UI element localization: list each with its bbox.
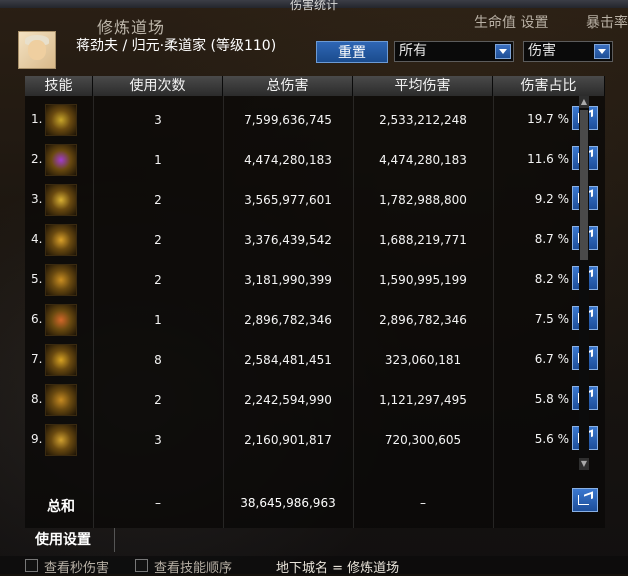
header: 修炼道场 蒋劲夫 / 归元·柔道家 (等级110) 重置 所有 伤害 生命值 设… bbox=[0, 8, 628, 72]
row-avg: 1,688,219,771 bbox=[379, 233, 467, 247]
row-uses: 2 bbox=[154, 233, 162, 247]
filter-dropdown-value: 所有 bbox=[399, 43, 427, 59]
row-total: 3,181,990,399 bbox=[244, 273, 332, 287]
row-avg: 1,590,995,199 bbox=[379, 273, 467, 287]
total-uses: – bbox=[155, 496, 161, 510]
row-share: 9.2 % bbox=[534, 192, 569, 206]
character-name: 蒋劲夫 / 归元·柔道家 (等级110) bbox=[76, 38, 277, 54]
row-avg: 720,300,605 bbox=[384, 433, 462, 447]
chevron-down-icon[interactable] bbox=[495, 44, 511, 59]
row-total: 3,565,977,601 bbox=[244, 193, 332, 207]
col-total: 总伤害 bbox=[223, 76, 353, 96]
row-share: 8.2 % bbox=[534, 272, 569, 286]
row-uses: 2 bbox=[154, 393, 162, 407]
row-share: 5.6 % bbox=[534, 432, 569, 446]
row-rank: 7. bbox=[31, 352, 43, 366]
row-total: 2,896,782,346 bbox=[244, 313, 332, 327]
table-row: 9. 3 2,160,901,817 720,300,605 5.6 % bbox=[25, 420, 605, 460]
row-share: 7.5 % bbox=[534, 312, 569, 326]
row-share: 11.6 % bbox=[527, 152, 569, 166]
metric-dropdown-value: 伤害 bbox=[528, 43, 556, 59]
col-share: 伤害占比 bbox=[493, 76, 605, 96]
row-total: 2,584,481,451 bbox=[244, 353, 332, 367]
reset-button[interactable]: 重置 bbox=[316, 41, 388, 63]
row-total: 3,376,439,542 bbox=[244, 233, 332, 247]
show-dps-checkbox[interactable] bbox=[25, 559, 38, 572]
row-rank: 3. bbox=[31, 192, 43, 206]
col-avg: 平均伤害 bbox=[353, 76, 493, 96]
total-label: 总和 bbox=[47, 499, 75, 515]
row-total: 2,242,594,990 bbox=[244, 393, 332, 407]
use-settings-tab[interactable]: 使用设置 bbox=[25, 528, 115, 552]
row-uses: 1 bbox=[154, 313, 162, 327]
skill-icon-6 bbox=[45, 304, 77, 336]
table-row: 7. 8 2,584,481,451 323,060,181 6.7 % bbox=[25, 340, 605, 380]
row-rank: 4. bbox=[31, 232, 43, 246]
col-uses: 使用次数 bbox=[93, 76, 223, 96]
scroll-down-icon[interactable]: ▼ bbox=[579, 458, 589, 470]
row-uses: 3 bbox=[154, 433, 162, 447]
row-avg: 1,782,988,800 bbox=[379, 193, 467, 207]
skill-icon-3 bbox=[45, 184, 77, 216]
bg-health-setting-text: 生命值 设置 bbox=[474, 15, 549, 31]
character-avatar bbox=[18, 31, 56, 69]
damage-table: 技能 使用次数 总伤害 平均伤害 伤害占比 1. 3 7,599,636,745… bbox=[25, 76, 605, 528]
skill-icon-2 bbox=[45, 144, 77, 176]
skill-icon-5 bbox=[45, 264, 77, 296]
bg-crit-text: 暴击率 bbox=[586, 15, 628, 31]
bottom-bar: 查看秒伤害 查看技能顺序 地下城名 = 修炼道场 bbox=[0, 556, 628, 576]
show-skill-order-checkbox[interactable] bbox=[135, 559, 148, 572]
table-row: 8. 2 2,242,594,990 1,121,297,495 5.8 % bbox=[25, 380, 605, 420]
total-row: 总和 – 38,645,986,963 – bbox=[25, 488, 605, 518]
row-avg: 2,896,782,346 bbox=[379, 313, 467, 327]
row-total: 7,599,636,745 bbox=[244, 113, 332, 127]
table-row: 6. 1 2,896,782,346 2,896,782,346 7.5 % bbox=[25, 300, 605, 340]
skill-icon-1 bbox=[45, 104, 77, 136]
row-avg: 2,533,212,248 bbox=[379, 113, 467, 127]
row-rank: 9. bbox=[31, 432, 43, 446]
total-avg: – bbox=[420, 496, 426, 510]
row-uses: 2 bbox=[154, 273, 162, 287]
row-avg: 323,060,181 bbox=[384, 353, 462, 367]
row-avg: 4,474,280,183 bbox=[379, 153, 467, 167]
show-skill-order-label: 查看技能顺序 bbox=[154, 561, 233, 576]
scrollbar-thumb[interactable] bbox=[580, 110, 588, 260]
row-rank: 6. bbox=[31, 312, 43, 326]
row-share: 6.7 % bbox=[534, 352, 569, 366]
skill-icon-7 bbox=[45, 344, 77, 376]
row-total: 4,474,280,183 bbox=[244, 153, 332, 167]
row-rank: 8. bbox=[31, 392, 43, 406]
table-header: 技能 使用次数 总伤害 平均伤害 伤害占比 bbox=[25, 76, 605, 96]
table-row: 5. 2 3,181,990,399 1,590,995,199 8.2 % bbox=[25, 260, 605, 300]
filter-dropdown[interactable]: 所有 bbox=[394, 41, 514, 62]
col-skill: 技能 bbox=[25, 76, 93, 96]
row-share: 19.7 % bbox=[527, 112, 569, 126]
scroll-up-icon[interactable]: ▲ bbox=[579, 96, 589, 108]
row-total: 2,160,901,817 bbox=[244, 433, 332, 447]
row-uses: 8 bbox=[154, 353, 162, 367]
metric-dropdown[interactable]: 伤害 bbox=[523, 41, 613, 62]
table-row: 2. 1 4,474,280,183 4,474,280,183 11.6 % bbox=[25, 140, 605, 180]
table-row: 1. 3 7,599,636,745 2,533,212,248 19.7 % bbox=[25, 100, 605, 140]
table-row: 3. 2 3,565,977,601 1,782,988,800 9.2 % bbox=[25, 180, 605, 220]
row-share: 5.8 % bbox=[534, 392, 569, 406]
skill-icon-9 bbox=[45, 424, 77, 456]
row-uses: 3 bbox=[154, 113, 162, 127]
skill-icon-4 bbox=[45, 224, 77, 256]
row-rank: 2. bbox=[31, 152, 43, 166]
row-avg: 1,121,297,495 bbox=[379, 393, 467, 407]
scrollbar[interactable]: ▲ ▼ bbox=[579, 96, 589, 470]
row-uses: 1 bbox=[154, 153, 162, 167]
chevron-down-icon[interactable] bbox=[594, 44, 610, 59]
row-rank: 1. bbox=[31, 112, 43, 126]
total-damage: 38,645,986,963 bbox=[240, 496, 336, 510]
dungeon-name-text: 地下城名 = 修炼道场 bbox=[276, 561, 400, 576]
row-share: 8.7 % bbox=[534, 232, 569, 246]
share-total-button[interactable] bbox=[572, 488, 598, 512]
row-rank: 5. bbox=[31, 272, 43, 286]
skill-icon-8 bbox=[45, 384, 77, 416]
table-row: 4. 2 3,376,439,542 1,688,219,771 8.7 % bbox=[25, 220, 605, 260]
row-uses: 2 bbox=[154, 193, 162, 207]
show-dps-label: 查看秒伤害 bbox=[44, 561, 110, 576]
